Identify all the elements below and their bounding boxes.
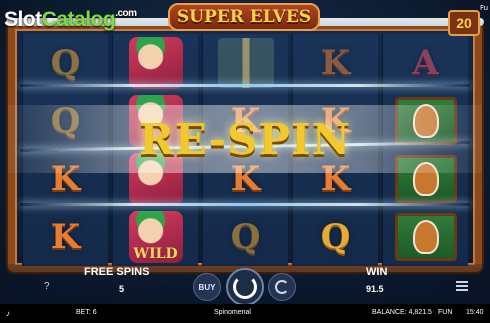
- spin-icon: [233, 275, 257, 299]
- win-value: 91.5: [366, 284, 384, 294]
- help-button[interactable]: ?: [44, 281, 50, 292]
- win-label: WIN: [366, 266, 388, 278]
- buy-feature-button[interactable]: BUY: [193, 273, 221, 301]
- game-title: SUPER ELVES: [176, 7, 312, 27]
- menu-icon[interactable]: [456, 281, 468, 291]
- autoplay-button[interactable]: [268, 273, 296, 301]
- gingerbread-icon: [412, 220, 439, 254]
- mode-text: FUN: [438, 309, 453, 316]
- present-icon: [217, 38, 274, 88]
- free-spins-value: 5: [119, 284, 125, 294]
- free-spins-label: FREE SPINS: [84, 266, 150, 278]
- respin-text: RE-SPIN: [138, 114, 352, 164]
- symbol-gingerbread: [383, 208, 468, 266]
- respin-banner: RE-SPIN: [8, 105, 482, 173]
- lightning-effect: [20, 203, 470, 206]
- bet-text: BET: 6: [76, 309, 97, 316]
- game-stage: Q Q K K WILD K K Q K K K Q: [0, 0, 490, 323]
- balance-text: BALANCE: 4,821.5: [372, 309, 432, 316]
- symbol-q: Q: [230, 217, 261, 257]
- lightning-effect: [20, 84, 470, 87]
- autoplay-icon: [275, 280, 289, 294]
- sound-icon[interactable]: ♪: [6, 309, 10, 318]
- symbol-q: Q: [320, 217, 351, 257]
- game-logo: SUPER ELVES: [168, 3, 320, 31]
- status-bar: ♪ BET: 6 Spinomenal BALANCE: 4,821.5 FUN…: [0, 304, 490, 323]
- symbol-k: K: [50, 217, 81, 257]
- fullscreen-tab[interactable]: Fu: [480, 4, 488, 12]
- spin-button[interactable]: [226, 268, 264, 306]
- lines-badge: 20: [448, 10, 480, 36]
- wild-label: WILD: [133, 246, 178, 262]
- clock-text: 15:40: [466, 309, 484, 316]
- slotcatalog-watermark: SlotCatalog.com: [4, 8, 137, 31]
- provider-name: Spinomenal: [214, 309, 251, 316]
- elf-icon: [128, 37, 183, 89]
- symbol-elf-wild: WILD: [113, 208, 198, 266]
